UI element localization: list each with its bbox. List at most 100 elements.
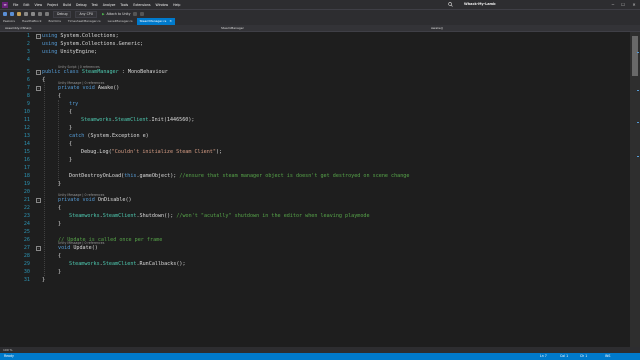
code-line: 2 using System.Collections.Generic;	[0, 40, 620, 48]
comment: //ensure that steam manager object is do…	[179, 173, 410, 179]
attach-to-unity-button[interactable]: ▶ Attach to Unity	[102, 12, 130, 16]
toolbar-extra-icon[interactable]	[133, 12, 138, 16]
member-dropdown[interactable]: Awake()	[428, 25, 443, 31]
fold-toggle[interactable]: −	[36, 246, 41, 251]
tab-steammanager[interactable]: SteamManager.cs ✕	[136, 18, 175, 25]
keyword: using	[42, 49, 58, 55]
close-button[interactable]: ✕	[629, 0, 639, 9]
class-dropdown[interactable]: SteamManager	[218, 25, 244, 31]
menu-test[interactable]: Test	[92, 3, 98, 7]
code-line: 14 {	[0, 140, 620, 148]
code-line: 11 Steamworks.SteamClient.Init(1446560);	[0, 116, 620, 124]
code-line: 4	[0, 56, 620, 64]
code-text: {	[69, 141, 73, 147]
code-line: 30}	[0, 268, 620, 276]
line-number: 2	[26, 41, 30, 47]
menu-project[interactable]: Project	[47, 3, 58, 7]
line-number: 25	[23, 229, 30, 235]
scrollbar-marker	[637, 90, 639, 91]
platform-dropdown[interactable]: Any CPU	[75, 10, 98, 18]
menu-tools[interactable]: Tools	[120, 3, 128, 7]
menu-help[interactable]: Help	[173, 3, 180, 7]
code-line: 28 {	[0, 252, 620, 260]
maximize-button[interactable]: ☐	[618, 0, 628, 9]
line-number: 15	[23, 149, 30, 155]
code-text: OnDisable()	[97, 197, 132, 203]
line-number: 28	[23, 253, 30, 259]
configuration-dropdown[interactable]: Debug	[53, 10, 72, 18]
code-text: .RunCallbacks();	[136, 261, 186, 267]
tab-peekars[interactable]: PeekArs	[0, 18, 18, 25]
code-line: 9 try	[0, 100, 620, 108]
status-bar: Ready Ln 7 Col 1 Ch 1 INS	[0, 353, 640, 360]
keyword: private void	[58, 85, 98, 91]
code-text: Awake()	[97, 85, 120, 91]
line-number: 10	[23, 109, 30, 115]
fold-toggle[interactable]: −	[36, 198, 41, 203]
type-name: SteamManager	[81, 69, 119, 75]
scrollbar-thumb[interactable]	[632, 36, 638, 76]
code-text: .Shutdown();	[136, 213, 177, 219]
tab-label: HealthsBlock	[21, 19, 42, 23]
line-number: 31	[23, 277, 30, 283]
minimize-button[interactable]: ─	[608, 0, 618, 9]
vertical-scrollbar[interactable]	[630, 32, 640, 347]
line-number: 30	[23, 269, 30, 275]
code-line: 5 − public class SteamManager : MonoBehavi…	[0, 68, 620, 76]
status-line: Ln 7	[540, 354, 547, 358]
status-text: Ready	[4, 354, 14, 358]
code-line: 31}	[0, 276, 620, 284]
tab-label: SteamManager.cs	[139, 19, 167, 23]
save-icon[interactable]	[24, 12, 28, 16]
keyword: try	[69, 101, 79, 107]
fold-toggle[interactable]: −	[36, 86, 41, 91]
keyword: using	[42, 41, 58, 47]
code-editor[interactable]: 1− using System.Collections; 2 using Syste…	[0, 32, 630, 347]
tab-healthsblock[interactable]: HealthsBlock	[18, 18, 45, 25]
search-icon[interactable]	[448, 2, 453, 7]
menu-file[interactable]: File	[13, 3, 18, 7]
code-text: }	[58, 269, 62, 275]
menu-view[interactable]: View	[35, 3, 43, 7]
line-number: 20	[23, 189, 30, 195]
fold-toggle[interactable]: −	[36, 34, 41, 39]
code-text: (System.Exception e)	[87, 133, 149, 139]
play-icon: ▶	[102, 12, 105, 16]
code-text: }	[69, 125, 73, 131]
forward-icon[interactable]	[10, 12, 14, 16]
close-icon[interactable]: ✕	[169, 19, 172, 23]
menu-extensions[interactable]: Extensions	[133, 3, 150, 7]
tab-bombcs[interactable]: BombCs	[45, 18, 64, 25]
line-number: 8	[26, 93, 30, 99]
scrollbar-marker	[637, 122, 639, 123]
code-text: }	[58, 221, 62, 227]
tab-label: PeekArs	[3, 19, 15, 23]
line-number: 18	[23, 173, 30, 179]
code-line: 23 Steamworks.SteamClient.Shutdown(); //w…	[0, 212, 620, 220]
code-text: .gameObject);	[136, 173, 180, 179]
menu-analyze[interactable]: Analyze	[103, 3, 116, 7]
line-number: 5	[26, 69, 30, 75]
code-text: {	[69, 109, 73, 115]
menu-edit[interactable]: Edit	[23, 3, 29, 7]
navigation-bar: Assembly-CSharp SteamManager Awake()	[0, 25, 640, 32]
line-number: 29	[23, 261, 30, 267]
keyword: this	[124, 173, 137, 179]
tab-timesheetmanager[interactable]: TimesheetManager.cs	[64, 18, 104, 25]
toolbar-extra-icon[interactable]	[140, 12, 145, 16]
line-number: 14	[23, 141, 30, 147]
back-icon[interactable]	[3, 12, 7, 16]
redo-icon[interactable]	[45, 12, 49, 16]
code-line: 25	[0, 228, 620, 236]
menu-build[interactable]: Build	[63, 3, 71, 7]
undo-icon[interactable]	[38, 12, 42, 16]
menu-window[interactable]: Window	[156, 3, 169, 7]
save-all-icon[interactable]	[31, 12, 35, 16]
code-line: 12}	[0, 124, 620, 132]
tab-levelmanager[interactable]: LevelManager.cs	[104, 18, 136, 25]
line-number: 12	[23, 125, 30, 131]
new-item-icon[interactable]	[17, 12, 21, 16]
fold-toggle[interactable]: −	[36, 70, 41, 75]
menu-debug[interactable]: Debug	[76, 3, 86, 7]
project-dropdown[interactable]: Assembly-CSharp	[2, 25, 31, 31]
